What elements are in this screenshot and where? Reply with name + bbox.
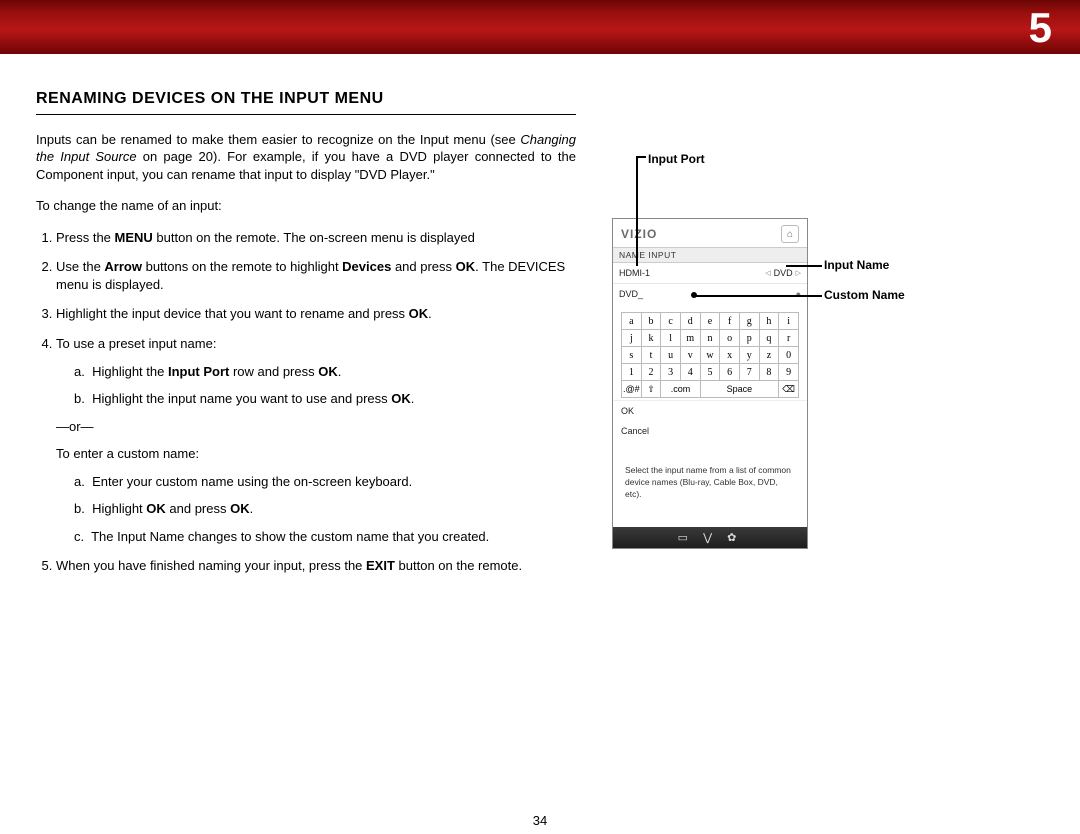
step-4c-a: a. Enter your custom name using the on-s…	[74, 473, 576, 491]
step-4-or: —or—	[56, 418, 576, 436]
osd-hint: Select the input name from a list of com…	[613, 441, 807, 527]
key[interactable]: y	[739, 347, 759, 364]
right-arrow-icon: ▷	[796, 269, 801, 277]
left-arrow-icon: ◁	[765, 269, 770, 277]
step-4a: a. Highlight the Input Port row and pres…	[74, 363, 576, 381]
custom-name-value: DVD_	[619, 289, 643, 299]
step-2: Use the Arrow buttons on the remote to h…	[56, 258, 576, 293]
callout-custom-name: Custom Name	[824, 288, 905, 302]
key[interactable]: a	[622, 313, 642, 330]
diagram-column: VIZIO ⌂ NAME INPUT HDMI-1 ◁ DVD▷ DVD_ ● a…	[606, 88, 1044, 587]
key[interactable]: f	[720, 313, 740, 330]
callout-input-name: Input Name	[824, 258, 889, 272]
step-4c-c: c. The Input Name changes to show the cu…	[74, 528, 576, 546]
key[interactable]: s	[622, 347, 642, 364]
page-number: 34	[0, 813, 1080, 828]
osd-ok[interactable]: OK	[613, 400, 807, 421]
step-4-custom-lead: To enter a custom name:	[56, 445, 576, 463]
key[interactable]: n	[700, 330, 720, 347]
key[interactable]: r	[779, 330, 799, 347]
space-key[interactable]: Space	[700, 381, 779, 398]
osd-screen-title: NAME INPUT	[613, 247, 807, 263]
key[interactable]: t	[641, 347, 661, 364]
key[interactable]: z	[759, 347, 779, 364]
key[interactable]: 2	[641, 364, 661, 381]
intro-paragraph: Inputs can be renamed to make them easie…	[36, 131, 576, 184]
key[interactable]: x	[720, 347, 740, 364]
key[interactable]: 7	[739, 364, 759, 381]
instruction-column: RENAMING DEVICES ON THE INPUT MENU Input…	[36, 88, 576, 587]
chapter-number: 5	[1029, 4, 1052, 52]
input-port-name: HDMI-1	[619, 268, 650, 278]
key[interactable]: 6	[720, 364, 740, 381]
osd-nav-bar[interactable]: ▭ ⋁ ✿	[613, 527, 807, 548]
symbols-key[interactable]: .@#	[622, 381, 642, 398]
key[interactable]: p	[739, 330, 759, 347]
lead-line: To change the name of an input:	[36, 197, 576, 215]
key[interactable]: j	[622, 330, 642, 347]
key[interactable]: u	[661, 347, 681, 364]
key[interactable]: l	[661, 330, 681, 347]
dotcom-key[interactable]: .com	[661, 381, 700, 398]
osd-brand: VIZIO	[621, 227, 657, 241]
callout-input-port: Input Port	[648, 152, 705, 166]
key[interactable]: 0	[779, 347, 799, 364]
key[interactable]: 9	[779, 364, 799, 381]
input-port-row[interactable]: HDMI-1 ◁ DVD▷	[613, 263, 807, 284]
step-1: Press the MENU button on the remote. The…	[56, 229, 576, 247]
custom-name-row[interactable]: DVD_ ●	[613, 284, 807, 304]
key[interactable]: k	[641, 330, 661, 347]
key[interactable]: d	[680, 313, 700, 330]
step-4: To use a preset input name: a. Highlight…	[56, 335, 576, 545]
osd-cancel[interactable]: Cancel	[613, 421, 807, 441]
section-heading: RENAMING DEVICES ON THE INPUT MENU	[36, 88, 576, 110]
home-icon[interactable]: ⌂	[781, 225, 799, 243]
key[interactable]: g	[739, 313, 759, 330]
key[interactable]: q	[759, 330, 779, 347]
steps-list: Press the MENU button on the remote. The…	[36, 229, 576, 575]
key[interactable]: 5	[700, 364, 720, 381]
key[interactable]: 8	[759, 364, 779, 381]
step-4b: b. Highlight the input name you want to …	[74, 390, 576, 408]
intro-text-a: Inputs can be renamed to make them easie…	[36, 132, 520, 147]
key[interactable]: o	[720, 330, 740, 347]
step-3: Highlight the input device that you want…	[56, 305, 576, 323]
keyboard-grid: a b c d e f g h i j k l m	[621, 312, 799, 398]
cursor-dot: ●	[796, 289, 801, 299]
key[interactable]: e	[700, 313, 720, 330]
input-name-value: DVD	[774, 268, 793, 278]
key[interactable]: 1	[622, 364, 642, 381]
key[interactable]: w	[700, 347, 720, 364]
backspace-key[interactable]: ⌫	[779, 381, 799, 398]
step-5: When you have finished naming your input…	[56, 557, 576, 575]
key[interactable]: b	[641, 313, 661, 330]
shift-key[interactable]: ⇧	[641, 381, 661, 398]
key[interactable]: i	[779, 313, 799, 330]
heading-rule	[36, 114, 576, 115]
key[interactable]: m	[680, 330, 700, 347]
key[interactable]: c	[661, 313, 681, 330]
step-4c-b: b. Highlight OK and press OK.	[74, 500, 576, 518]
key[interactable]: v	[680, 347, 700, 364]
key[interactable]: 3	[661, 364, 681, 381]
on-screen-keyboard: a b c d e f g h i j k l m	[613, 304, 807, 400]
key[interactable]: h	[759, 313, 779, 330]
key[interactable]: 4	[680, 364, 700, 381]
osd-panel: VIZIO ⌂ NAME INPUT HDMI-1 ◁ DVD▷ DVD_ ● a…	[612, 218, 808, 549]
chapter-banner: 5	[0, 0, 1080, 54]
